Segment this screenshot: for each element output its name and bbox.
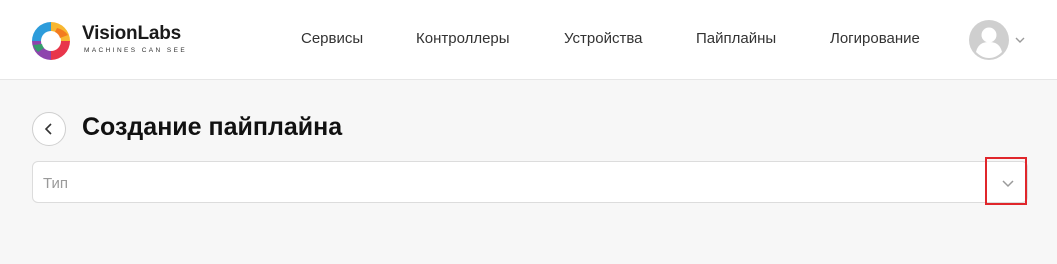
chevron-down-icon (1002, 180, 1014, 188)
nav-item-pipelines[interactable]: Пайплайны (696, 30, 776, 47)
type-select-dropdown-toggle[interactable] (985, 157, 1027, 205)
chevron-left-icon (44, 123, 52, 135)
back-button[interactable] (32, 112, 66, 146)
top-header: VisionLabs MACHINES CAN SEE Сервисы Конт… (0, 0, 1057, 80)
page-title: Создание пайплайна (82, 113, 343, 141)
type-select[interactable]: Тип (32, 157, 1028, 205)
visionlabs-logo[interactable]: VisionLabs MACHINES CAN SEE (30, 18, 190, 62)
chevron-down-icon (1015, 37, 1025, 43)
user-menu[interactable] (968, 19, 1030, 61)
nav-item-devices[interactable]: Устройства (564, 30, 642, 47)
logo-tagline: MACHINES CAN SEE (84, 47, 188, 54)
nav-item-services[interactable]: Сервисы (301, 30, 363, 47)
type-select-placeholder: Тип (43, 175, 69, 192)
logo-name: VisionLabs (82, 23, 182, 44)
visionlabs-logo-mark-icon (32, 22, 70, 60)
user-avatar-icon (969, 20, 1009, 60)
nav-item-logging[interactable]: Логирование (830, 30, 920, 47)
nav-item-controllers[interactable]: Контроллеры (416, 30, 510, 47)
